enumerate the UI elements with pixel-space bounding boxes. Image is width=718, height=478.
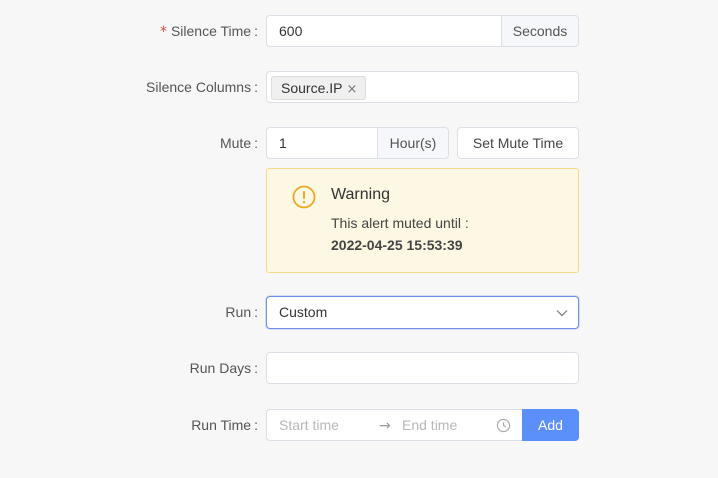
silence-time-unit: Seconds bbox=[501, 15, 579, 47]
mute-label: Mute: bbox=[219, 135, 258, 151]
run-select[interactable]: Custom bbox=[266, 296, 579, 329]
silence-time-label: * Silence Time: bbox=[159, 23, 258, 40]
warning-message: This alert muted until : bbox=[331, 215, 469, 231]
add-run-time-button[interactable]: Add bbox=[522, 409, 579, 441]
warning-until-time: 2022-04-25 15:53:39 bbox=[331, 237, 463, 253]
silence-columns-input[interactable]: Source.IP × bbox=[266, 71, 579, 103]
run-label: Run: bbox=[225, 304, 258, 320]
mute-input[interactable]: 1 bbox=[266, 127, 378, 159]
tag-source-ip: Source.IP × bbox=[271, 76, 367, 101]
silence-time-input[interactable]: 600 bbox=[266, 15, 502, 47]
run-time-label: Run Time: bbox=[191, 417, 258, 433]
tag-close-icon[interactable]: × bbox=[346, 79, 357, 101]
end-time-input[interactable]: End time bbox=[402, 410, 457, 440]
exclamation-circle-icon bbox=[292, 185, 316, 209]
warning-title: Warning bbox=[331, 186, 390, 203]
run-time-range-picker[interactable]: Start time → End time bbox=[266, 409, 523, 441]
range-separator-arrow-icon: → bbox=[379, 418, 391, 434]
clock-icon bbox=[496, 418, 511, 433]
run-days-input[interactable] bbox=[266, 352, 579, 384]
mute-warning-alert: Warning This alert muted until : 2022-04… bbox=[266, 168, 579, 273]
required-mark: * bbox=[159, 24, 167, 40]
set-mute-time-button[interactable]: Set Mute Time bbox=[457, 127, 579, 159]
start-time-input[interactable]: Start time bbox=[279, 410, 339, 440]
run-days-label: Run Days: bbox=[189, 360, 258, 376]
mute-unit: Hour(s) bbox=[377, 127, 449, 159]
silence-columns-label: Silence Columns: bbox=[146, 79, 258, 95]
chevron-down-icon bbox=[556, 310, 568, 317]
run-select-value: Custom bbox=[279, 304, 328, 320]
